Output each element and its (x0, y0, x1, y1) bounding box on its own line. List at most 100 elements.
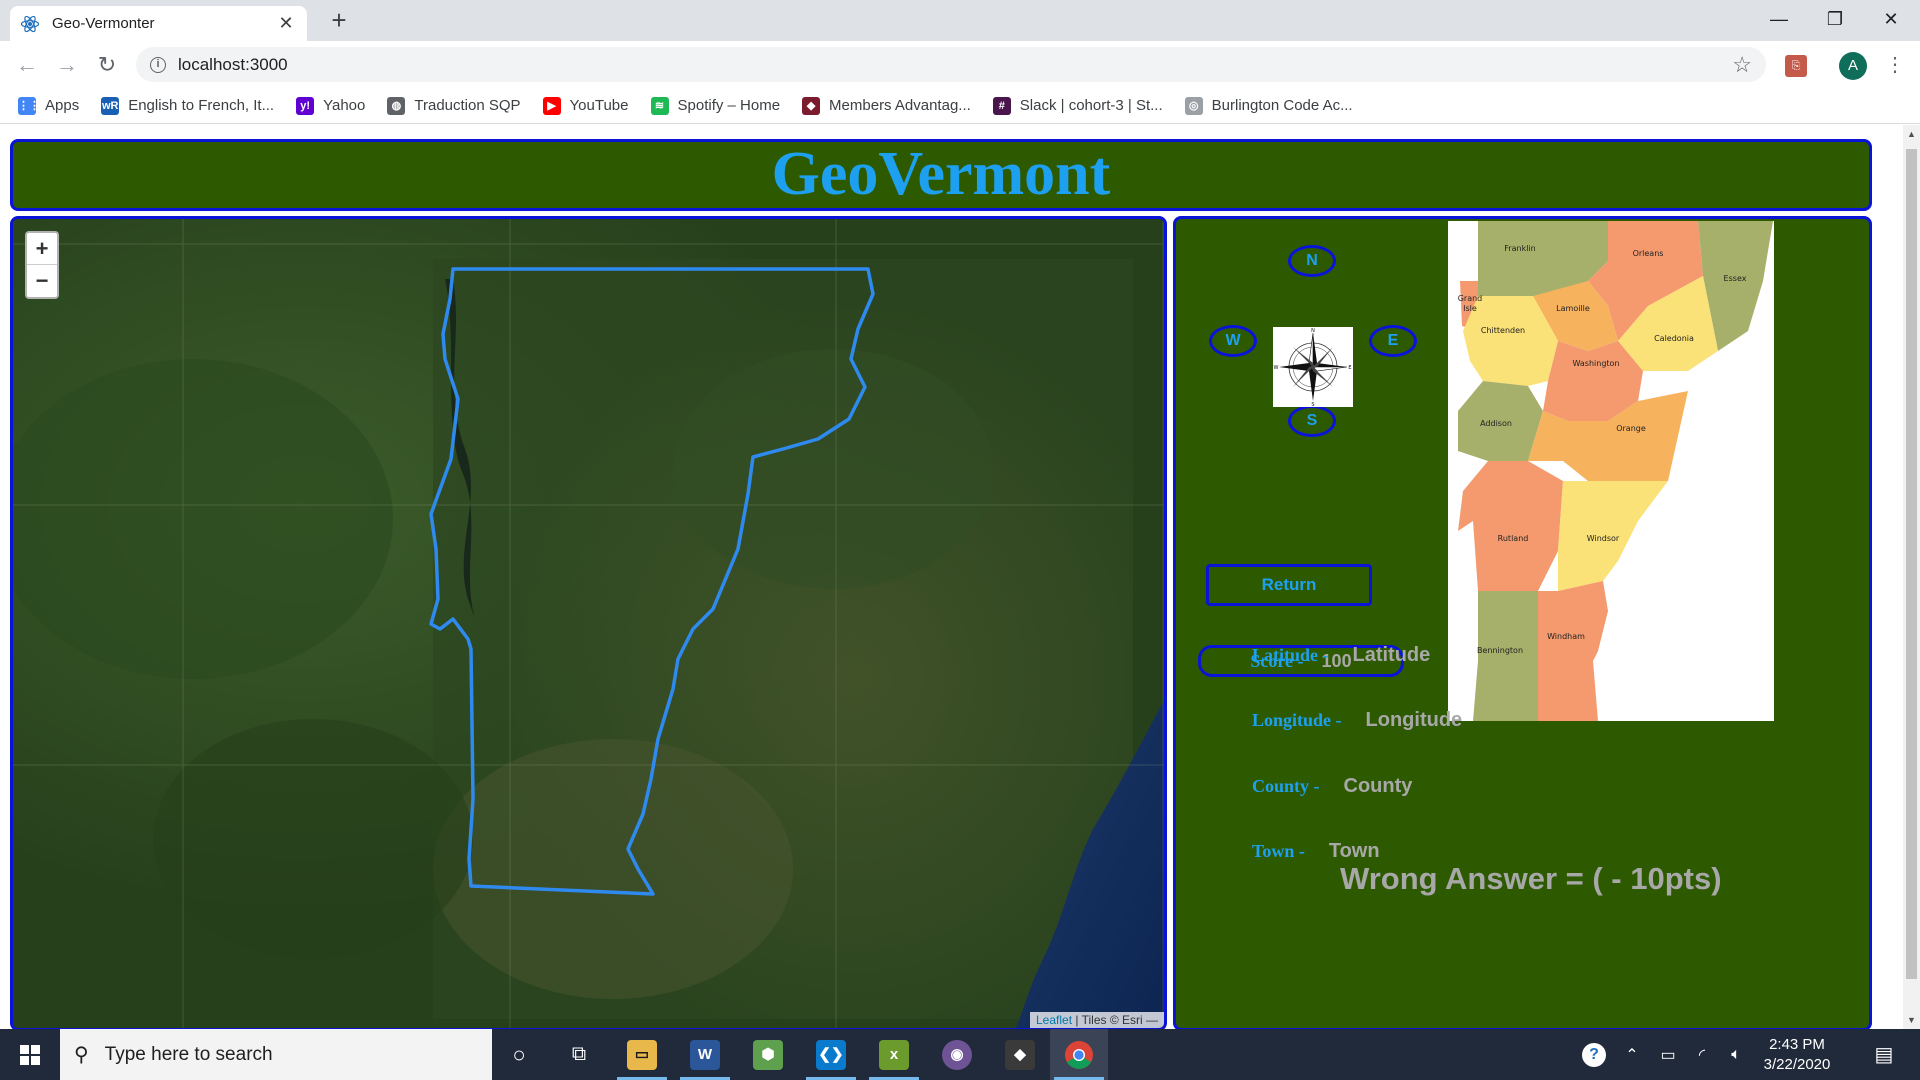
taskbar-github[interactable]: ◉ (928, 1029, 986, 1080)
satellite-map[interactable]: + − Leaflet | Tiles © Esri — (10, 216, 1167, 1029)
forward-arrow-icon[interactable]: → (52, 50, 82, 80)
svg-text:Chittenden: Chittenden (1481, 326, 1525, 335)
east-button[interactable]: E (1369, 325, 1417, 357)
search-icon: ⚲ (74, 1044, 89, 1066)
bookmark-label: Members Advantag... (829, 97, 971, 114)
battery-icon[interactable]: ▭ (1654, 1029, 1682, 1080)
bookmark-label: Burlington Code Ac... (1211, 97, 1353, 114)
bookmark-label: English to French, It... (128, 97, 275, 114)
new-tab-button[interactable]: + (325, 6, 353, 34)
chrome-menu-icon[interactable]: ⋮ (1885, 52, 1905, 77)
tray-overflow-icon[interactable]: ⌃ (1618, 1029, 1646, 1080)
bookmark-item[interactable]: ◍ Traduction SQP (387, 96, 521, 115)
youtube-icon: ▶ (542, 96, 561, 115)
taskbar-chrome[interactable] (1050, 1029, 1108, 1080)
taskbar-clock[interactable]: 2:43 PM 3/22/2020 (1752, 1035, 1842, 1075)
help-tray-icon[interactable]: ? (1574, 1029, 1614, 1080)
svg-text:Caledonia: Caledonia (1654, 334, 1694, 343)
browser-tab[interactable]: Geo-Vermonter ✕ (10, 6, 307, 41)
windows-taskbar: ⚲ Type here to search ○ ⧉ ▭ W ⬢ ❮❯ x ◉ ◆… (0, 1029, 1920, 1080)
members-icon: ◆ (802, 96, 821, 115)
vermont-county-map: Franklin Orleans Essex GrandIsle Lamoill… (1448, 221, 1774, 721)
wifi-icon[interactable]: ◜ (1688, 1029, 1716, 1080)
restore-button[interactable]: ❐ (1807, 0, 1863, 40)
tiles-attribution-text: | Tiles © Esri — (1072, 1013, 1158, 1027)
longitude-row: Longitude - Longitude (1252, 709, 1462, 732)
scroll-down-icon[interactable]: ▼ (1907, 1015, 1916, 1025)
bookmark-item[interactable]: ◎ Burlington Code Ac... (1184, 96, 1353, 115)
react-favicon-icon (20, 15, 40, 32)
cortana-button[interactable]: ○ (490, 1029, 548, 1080)
yahoo-icon: y! (296, 96, 315, 115)
bookmark-label: Spotify – Home (677, 97, 781, 114)
windows-logo-icon (20, 1044, 40, 1065)
bookmarks-bar: ⋮⋮ Apps wR English to French, It... y! Yahoo ◍… (0, 88, 1920, 124)
url-text[interactable]: localhost:3000 (178, 55, 1732, 75)
leaflet-link[interactable]: Leaflet (1036, 1013, 1072, 1027)
folder-icon: ▭ (627, 1039, 657, 1070)
zoom-in-button[interactable]: + (27, 233, 57, 265)
zoom-out-button[interactable]: − (27, 265, 57, 297)
latitude-value: Latitude (1352, 644, 1431, 666)
longitude-value: Longitude (1365, 709, 1463, 731)
west-button[interactable]: W (1209, 325, 1257, 357)
back-arrow-icon[interactable]: ← (12, 50, 42, 80)
svg-text:S: S (1311, 402, 1314, 407)
pdf-extension-icon[interactable]: ⎘ (1785, 55, 1807, 77)
spotify-icon: ≋ (650, 96, 669, 115)
burlington-icon: ◎ (1184, 96, 1203, 115)
svg-text:N: N (1311, 328, 1315, 334)
page-viewport: GeoVermont + − Leaflet | Tiles © Esri — … (0, 125, 1903, 1029)
volume-icon[interactable]: 🔈︎ (1722, 1029, 1750, 1080)
bookmark-item[interactable]: wR English to French, It... (101, 96, 275, 115)
taskbar-file-explorer[interactable]: ▭ (613, 1029, 671, 1080)
nodejs-icon: ⬢ (753, 1039, 783, 1070)
svg-text:Washington: Washington (1572, 359, 1619, 368)
latitude-label: Latitude - (1252, 645, 1329, 665)
map-zoom-control: + − (25, 231, 59, 299)
bookmark-item[interactable]: ⋮⋮ Apps (18, 96, 79, 115)
taskbar-search-placeholder[interactable]: Type here to search (105, 1044, 273, 1066)
svg-text:Addison: Addison (1480, 419, 1512, 428)
chrome-icon (1065, 1040, 1093, 1069)
svg-text:Grand: Grand (1458, 294, 1483, 303)
scroll-up-icon[interactable]: ▲ (1907, 129, 1916, 139)
windows-start-button[interactable] (0, 1029, 60, 1080)
reload-icon[interactable]: ↻ (92, 50, 122, 80)
bookmark-item[interactable]: ▶ YouTube (542, 96, 629, 115)
address-bar: ← → ↻ i localhost:3000 ☆ ⎘ A ⋮ (0, 41, 1920, 88)
bookmark-star-icon[interactable]: ☆ (1732, 52, 1752, 78)
svg-text:Windsor: Windsor (1587, 534, 1620, 543)
close-window-button[interactable]: ✕ (1863, 0, 1919, 40)
site-info-icon[interactable]: i (150, 56, 166, 73)
task-view-button[interactable]: ⧉ (550, 1029, 608, 1080)
minimize-button[interactable]: — (1751, 0, 1807, 40)
bookmark-item[interactable]: y! Yahoo (296, 96, 366, 115)
notifications-icon[interactable]: ▤ (1864, 1029, 1904, 1080)
north-button[interactable]: N (1288, 245, 1336, 277)
git-diamond-icon: ◆ (1005, 1039, 1035, 1070)
longitude-label: Longitude - (1252, 710, 1342, 730)
bookmark-item[interactable]: ≋ Spotify – Home (650, 96, 781, 115)
south-button[interactable]: S (1288, 405, 1336, 437)
taskbar-gitkraken[interactable]: ◆ (991, 1029, 1049, 1080)
bookmark-item[interactable]: # Slack | cohort-3 | St... (992, 96, 1163, 115)
taskbar-search[interactable]: ⚲ Type here to search (60, 1029, 492, 1080)
satellite-map-tiles[interactable] (13, 219, 1167, 1029)
taskbar-excel[interactable]: x (865, 1029, 923, 1080)
return-button[interactable]: Return (1206, 564, 1372, 606)
taskbar-word[interactable]: W (676, 1029, 734, 1080)
bookmark-item[interactable]: ◆ Members Advantag... (802, 96, 971, 115)
town-label: Town - (1252, 841, 1305, 861)
tab-close-icon[interactable]: ✕ (275, 13, 297, 34)
profile-avatar[interactable]: A (1839, 52, 1867, 80)
bookmark-label: Yahoo (323, 97, 366, 114)
town-value: Town (1328, 840, 1380, 862)
taskbar-node[interactable]: ⬢ (739, 1029, 797, 1080)
svg-text:E: E (1348, 365, 1351, 371)
taskbar-vscode[interactable]: ❮❯ (802, 1029, 860, 1080)
spreadsheet-icon: x (879, 1039, 909, 1070)
scrollbar-thumb[interactable] (1906, 149, 1917, 979)
omnibox[interactable]: i localhost:3000 ☆ (136, 47, 1766, 82)
page-scrollbar[interactable]: ▲ ▼ (1903, 125, 1920, 1029)
